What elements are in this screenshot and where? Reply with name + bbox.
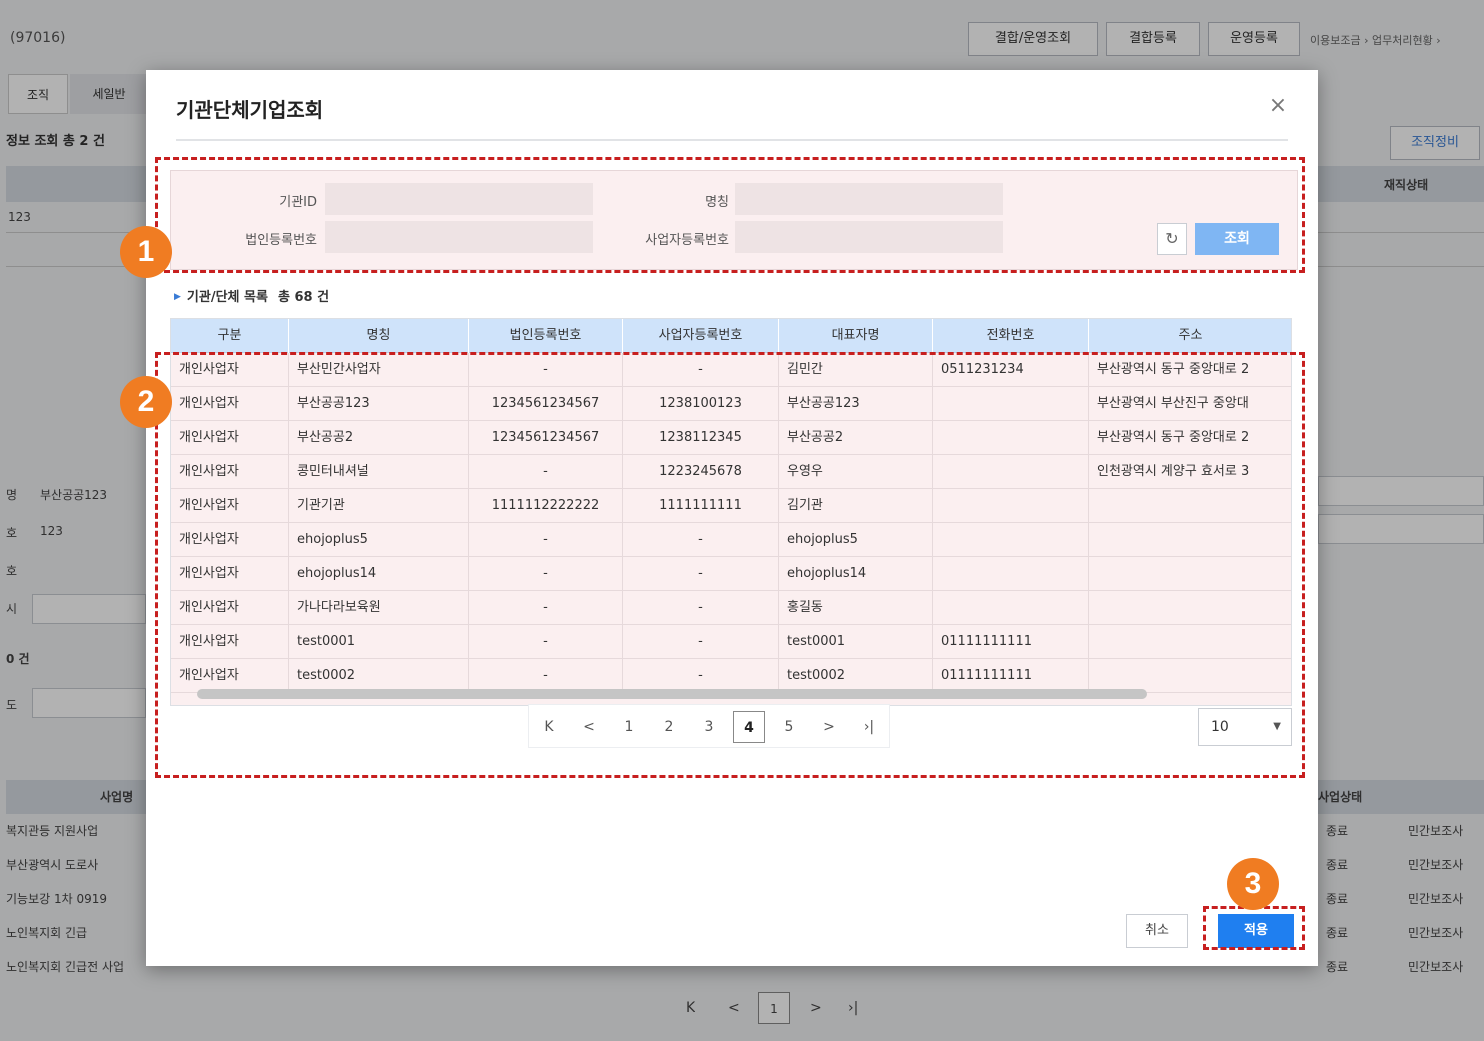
annotation-box-apply — [1203, 906, 1305, 950]
close-icon[interactable]: × — [1264, 92, 1292, 120]
title-divider — [176, 139, 1288, 141]
annotation-badge-2: 2 — [120, 376, 172, 428]
col-corp-no[interactable]: 법인등록번호 — [469, 319, 623, 353]
grid-header: 구분 명칭 법인등록번호 사업자등록번호 대표자명 전화번호 주소 — [171, 319, 1291, 353]
annotation-badge-1: 1 — [120, 226, 172, 278]
list-title: 기관/단체 목록 — [186, 290, 268, 305]
col-ceo[interactable]: 대표자명 — [779, 319, 933, 353]
col-address[interactable]: 주소 — [1089, 319, 1291, 353]
annotation-box-search — [155, 157, 1305, 273]
modal-title: 기관단체기업조회 — [176, 98, 324, 122]
cancel-button[interactable]: 취소 — [1126, 914, 1188, 948]
list-count: 총 68 건 — [277, 290, 330, 305]
col-phone[interactable]: 전화번호 — [933, 319, 1089, 353]
list-header: ▶ 기관/단체 목록 총 68 건 — [174, 286, 329, 305]
annotation-box-grid — [155, 352, 1305, 778]
col-biz-no[interactable]: 사업자등록번호 — [623, 319, 779, 353]
triangle-icon: ▶ — [174, 292, 181, 302]
col-name[interactable]: 명칭 — [289, 319, 469, 353]
col-type[interactable]: 구분 — [171, 319, 289, 353]
annotation-badge-3: 3 — [1227, 858, 1279, 910]
